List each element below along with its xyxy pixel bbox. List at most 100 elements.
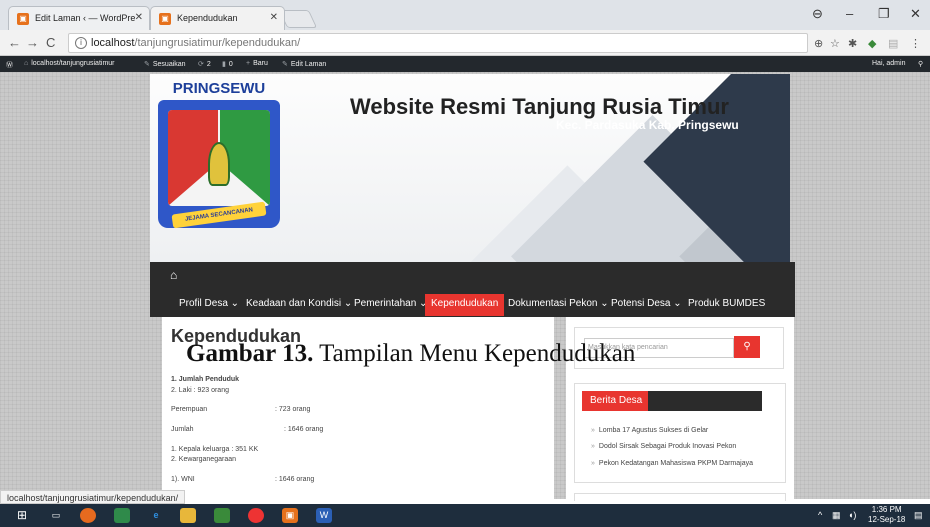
clock-date: 12-Sep-18	[868, 515, 906, 524]
profile-icon[interactable]: ⊖	[812, 6, 823, 22]
tray-network-icon[interactable]: ▦	[832, 510, 841, 521]
tab-label: Kependudukan	[177, 13, 238, 23]
figure-caption: Gambar 13. Tampilan Menu Kependudukan	[186, 340, 635, 368]
news-item-label: Dodol Sirsak Sebagai Produk Inovasi Peko…	[598, 443, 737, 450]
back-icon[interactable]: ←	[8, 35, 21, 50]
nav-profil-desa[interactable]: Profil Desa ⌄	[179, 294, 239, 316]
nav-kependudukan[interactable]: Kependudukan	[425, 294, 505, 316]
adminbar-comments[interactable]: ▮ 0	[222, 60, 233, 68]
nav-produk-bumdes[interactable]: Produk BUMDES	[688, 294, 765, 316]
taskbar-clock[interactable]: 1:36 PM 12-Sep-18	[868, 505, 905, 525]
reload-icon[interactable]: C	[46, 35, 55, 50]
tab-kependudukan[interactable]: ▣ Kependudukan ✕	[150, 6, 285, 30]
close-tab-icon[interactable]: ✕	[135, 12, 143, 23]
nav-keadaan-kondisi[interactable]: Keadaan dan Kondisi ⌄	[246, 294, 352, 316]
content-line: 2. Laki : 923 orang	[171, 387, 229, 394]
notifications-icon[interactable]: ▤	[914, 510, 923, 521]
news-item[interactable]: » Dodol Sirsak Sebagai Produk Inovasi Pek…	[591, 443, 736, 450]
windows-start-icon[interactable]: ⊞	[14, 508, 30, 523]
site-title[interactable]: Website Resmi Tanjung Rusia Timur	[350, 94, 729, 120]
nav-potensi-desa[interactable]: Potensi Desa ⌄	[611, 294, 682, 316]
firefox-icon[interactable]	[80, 508, 96, 523]
nav-dokumentasi-pekon[interactable]: Dokumentasi Pekon ⌄	[508, 294, 609, 316]
wordpress-logo-icon[interactable]: Ⓦ	[6, 60, 13, 70]
adminbar-comments-count: 0	[228, 61, 233, 68]
adminbar-search-icon[interactable]: ⚲	[918, 60, 923, 68]
chrome-icon[interactable]	[248, 508, 264, 523]
updates-icon: ⟳	[198, 61, 204, 68]
tray-chevron-icon[interactable]: ^	[818, 510, 822, 520]
next-widget	[574, 493, 786, 501]
close-window-icon[interactable]: ✕	[910, 6, 921, 22]
browser-tab-strip: ▣ Edit Laman ‹ — WordPre ✕ ▣ Kependuduka…	[0, 0, 930, 30]
tray-volume-icon[interactable]: ◖)	[848, 510, 856, 520]
news-item-label: Pekon Kedatangan Mahasiswa PKPM Darmajay…	[598, 460, 753, 467]
caption-text: Tampilan Menu Kependudukan	[313, 340, 636, 367]
zoom-icon[interactable]: ⊕	[814, 37, 823, 50]
menu-icon[interactable]: ⋮	[910, 37, 921, 50]
logo-tree-icon	[208, 142, 230, 186]
adminbar-customize-label: Sesuaikan	[152, 61, 186, 68]
home-icon[interactable]: ⌂	[170, 268, 177, 282]
adminbar-updates[interactable]: ⟳ 2	[198, 60, 211, 68]
adminbar-greeting[interactable]: Hai, admin	[872, 60, 905, 67]
tab-label: Edit Laman ‹ — WordPre	[35, 13, 136, 23]
url-host: localhost	[91, 37, 135, 49]
adminbar-edit[interactable]: ✎ Edit Laman	[282, 60, 326, 68]
extension-icon[interactable]: ✱	[848, 37, 857, 50]
comment-icon: ▮	[222, 61, 226, 68]
wordpress-favicon-icon: ▣	[17, 13, 29, 25]
content-value: : 1646 orang	[284, 426, 324, 433]
close-tab-icon[interactable]: ✕	[270, 12, 278, 23]
content-line: 2. Kewarganegaraan	[171, 456, 236, 463]
nav-pemerintahan[interactable]: Pemerintahan ⌄	[354, 294, 427, 316]
tab-edit-laman[interactable]: ▣ Edit Laman ‹ — WordPre ✕	[8, 6, 150, 30]
home-icon: ⌂	[24, 60, 29, 67]
adminbar-updates-count: 2	[206, 61, 211, 68]
adminbar-customize[interactable]: ✎ Sesuaikan	[144, 60, 186, 68]
adminbar-new-label: Baru	[253, 60, 268, 67]
logo-text: PRINGSEWU	[172, 80, 266, 97]
plus-icon: +	[246, 60, 251, 67]
url-path: /tanjungrusiatimur/kependudukan/	[134, 37, 301, 49]
word-icon[interactable]: W	[316, 508, 332, 523]
news-item-label: Lomba 17 Agustus Sukses di Gelar	[598, 427, 709, 434]
restore-icon[interactable]: ❐	[878, 6, 890, 22]
news-item[interactable]: » Lomba 17 Agustus Sukses di Gelar	[591, 427, 708, 434]
address-bar[interactable]: i localhost/tanjungrusiatimur/kependuduk…	[68, 33, 808, 53]
content-line: 1). WNI	[171, 476, 195, 483]
content-line: Jumlah	[171, 426, 194, 433]
content-value: : 1646 orang	[275, 476, 315, 483]
bullet-icon: »	[591, 460, 595, 467]
info-icon[interactable]: i	[75, 37, 87, 49]
news-item[interactable]: » Pekon Kedatangan Mahasiswa PKPM Darmaja…	[591, 460, 753, 467]
adminbar-new[interactable]: + Baru	[246, 60, 268, 67]
browser-toolbar: ← → C i localhost/tanjungrusiatimur/kepe…	[0, 30, 930, 56]
minimize-icon[interactable]: –	[846, 6, 853, 21]
xampp-icon[interactable]: ▣	[282, 508, 298, 523]
pencil-icon: ✎	[282, 61, 288, 68]
adminbar-edit-label: Edit Laman	[290, 61, 327, 68]
site-subtitle: Kec. Pardasuka Kab. Pringsewu	[556, 118, 739, 132]
bookmark-star-icon[interactable]: ☆	[830, 37, 840, 50]
logo-shield-icon: JEJAMA SECANCANAN	[158, 100, 280, 229]
clock-time: 1:36 PM	[871, 505, 902, 514]
task-view-icon[interactable]: ▭	[48, 508, 64, 523]
store-icon[interactable]	[180, 508, 196, 523]
content-line: 1. Kepala keluarga : 351 KK	[171, 446, 259, 453]
windows-taskbar	[0, 504, 930, 527]
search-button[interactable]: ⚲	[734, 336, 760, 358]
content-line: 1. Jumlah Penduduk	[171, 376, 240, 383]
app-icon[interactable]	[214, 508, 230, 523]
adminbar-site[interactable]: ⌂ localhost/tanjungrusiatimur	[24, 60, 115, 67]
file-explorer-icon[interactable]	[114, 508, 130, 523]
extension-grey-icon[interactable]: ▤	[888, 37, 898, 50]
extension-leaf-icon[interactable]: ◆	[868, 37, 876, 50]
site-logo[interactable]: PRINGSEWU JEJAMA SECANCANAN	[158, 80, 280, 230]
content-value: : 723 orang	[275, 406, 311, 413]
site-favicon-icon: ▣	[159, 13, 171, 25]
forward-icon[interactable]: →	[26, 35, 39, 50]
edge-icon[interactable]: e	[148, 508, 164, 523]
bullet-icon: »	[591, 443, 595, 450]
news-widget-title: Berita Desa	[582, 391, 648, 411]
